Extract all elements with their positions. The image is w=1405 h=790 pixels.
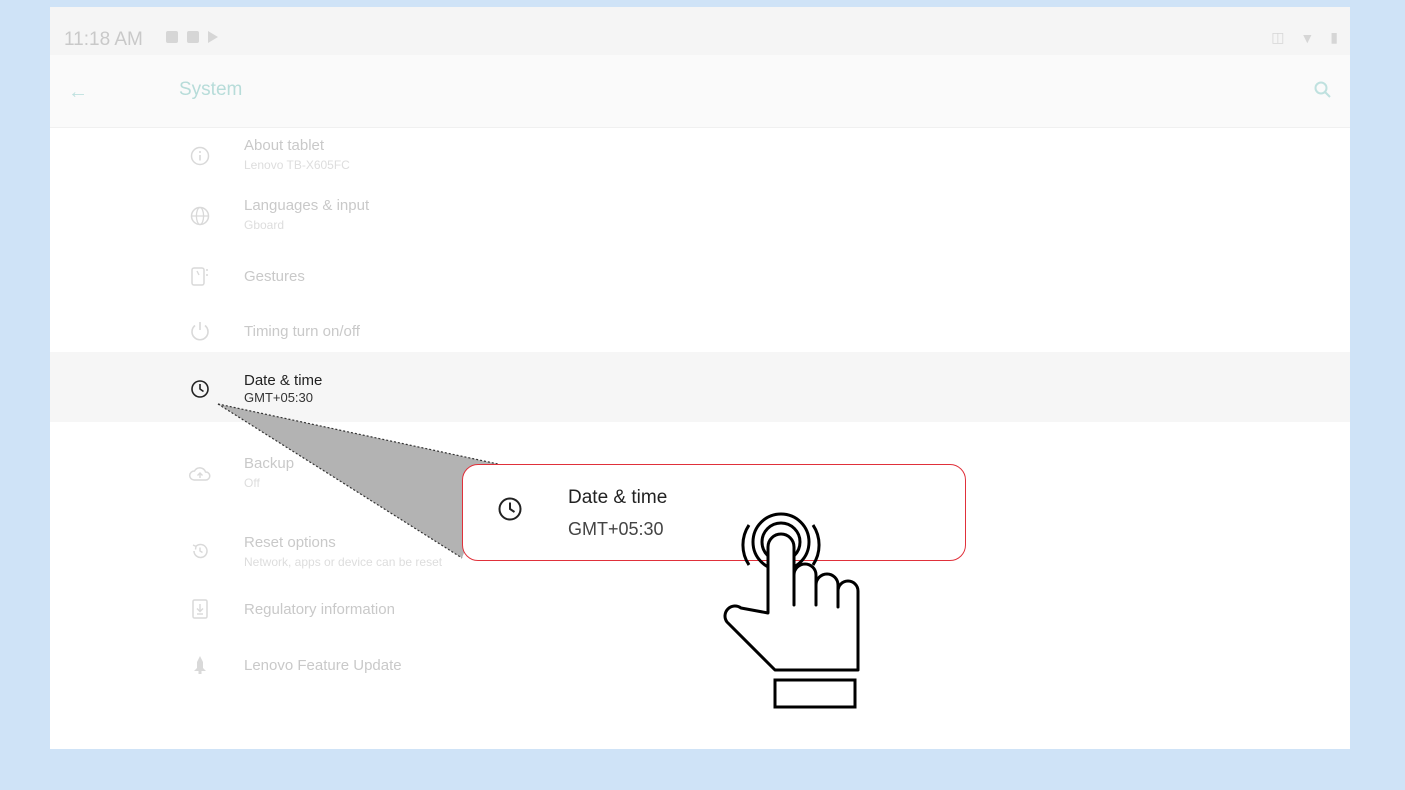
- app-toolbar: ← System: [50, 55, 1350, 128]
- setting-timing-turn-on-off[interactable]: Timing turn on/off: [50, 305, 1350, 357]
- setting-title: Lenovo Feature Update: [244, 657, 402, 674]
- setting-gestures[interactable]: Gestures: [50, 250, 1350, 302]
- info-icon: [188, 144, 212, 168]
- arrow-left-icon[interactable]: ←: [68, 81, 88, 104]
- image-icon: [166, 31, 178, 43]
- setting-title: Timing turn on/off: [244, 323, 360, 340]
- status-icons-right: ◫ ▼ ▮: [1271, 29, 1338, 46]
- power-icon: [188, 319, 212, 343]
- setting-title: Languages & input: [244, 197, 370, 214]
- setting-title: Gestures: [244, 268, 305, 285]
- tablet-screen: 11:18 AM ◫ ▼ ▮ ← System About tablet Len…: [50, 7, 1350, 749]
- setting-subtitle: GMT+05:30: [244, 390, 314, 405]
- wifi-icon: ▼: [1300, 29, 1315, 46]
- setting-subtitle: Network, apps or device can be reset: [244, 555, 443, 569]
- tap-hand-icon: [723, 512, 860, 709]
- setting-title: Date & time: [244, 372, 323, 389]
- setting-lenovo-feature-update[interactable]: Lenovo Feature Update: [50, 639, 1350, 691]
- backup-icon: [188, 463, 212, 487]
- setting-date-time[interactable]: Date & time GMT+05:30: [50, 352, 1350, 422]
- setting-regulatory-information[interactable]: Regulatory information: [50, 583, 1350, 635]
- setting-title: Regulatory information: [244, 601, 395, 618]
- search-icon[interactable]: [1314, 81, 1332, 104]
- status-bar: 11:18 AM ◫ ▼ ▮: [50, 7, 1350, 55]
- update-icon: [188, 653, 212, 677]
- setting-title: Reset options: [244, 534, 336, 551]
- clock-icon: [497, 496, 523, 522]
- regulatory-icon: [188, 597, 212, 621]
- callout-subtitle: GMT+05:30: [568, 519, 664, 539]
- page-title: System: [179, 79, 243, 100]
- setting-subtitle: Lenovo TB-X605FC: [244, 158, 350, 172]
- setting-title: About tablet: [244, 137, 325, 154]
- sd-card-icon: [187, 31, 199, 43]
- callout-title: Date & time: [568, 487, 668, 508]
- vibrate-icon: ◫: [1271, 29, 1285, 45]
- globe-icon: [188, 204, 212, 228]
- setting-subtitle: Off: [244, 476, 260, 490]
- setting-subtitle: Gboard: [244, 218, 285, 232]
- gestures-icon: [188, 264, 212, 288]
- battery-icon: ▮: [1330, 29, 1338, 45]
- setting-title: Backup: [244, 455, 295, 472]
- status-time: 11:18 AM: [64, 29, 143, 50]
- reset-icon: [188, 539, 212, 563]
- clock-icon: [188, 377, 212, 401]
- setting-about-tablet[interactable]: About tablet Lenovo TB-X605FC: [50, 127, 1350, 183]
- status-icons-left: [166, 31, 218, 43]
- play-store-icon: [208, 31, 218, 43]
- setting-languages-input[interactable]: Languages & input Gboard: [50, 187, 1350, 243]
